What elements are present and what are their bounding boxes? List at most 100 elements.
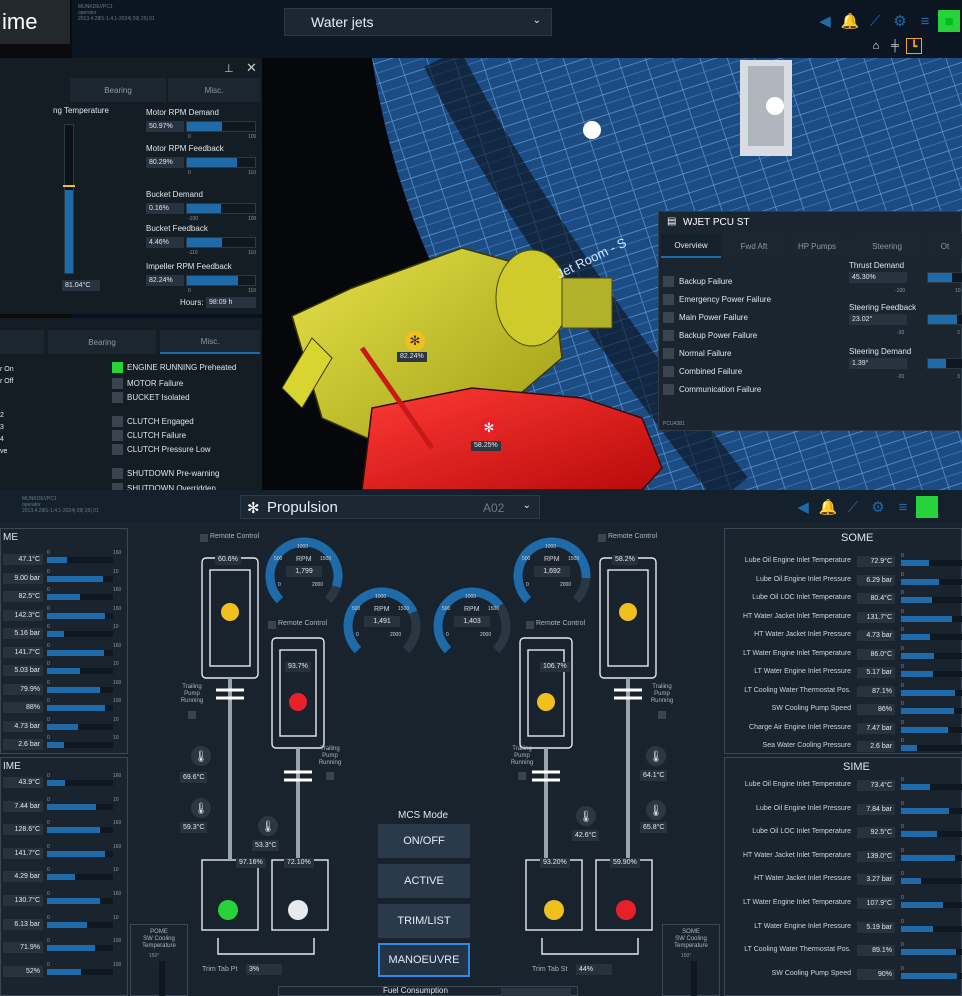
jet-pct: 97.16% (236, 858, 266, 868)
menu-icon[interactable]: ≡ (914, 10, 936, 32)
failure-indicator (663, 384, 674, 395)
trim-st-label: Trim Tab St (532, 966, 568, 973)
pcu-tab-hppumps[interactable]: HP Pumps (787, 234, 847, 258)
close-icon[interactable]: ✕ (246, 60, 257, 76)
row-label: Motor RPM Demand (146, 108, 219, 117)
engine-pct: 106.7% (540, 662, 570, 672)
status-label: CLUTCH Failure (127, 431, 187, 440)
me-title: ME (3, 532, 18, 543)
value-bar (47, 780, 113, 786)
fan-icon[interactable]: ✻ (405, 331, 425, 351)
row-label: LT Cooling Water Thermostat Pos. (744, 686, 851, 694)
pcu-tab-fwdaft[interactable]: Fwd Aft (724, 234, 784, 258)
view-select[interactable]: Water jets ⌄ (284, 8, 552, 36)
pcu-tab-overview[interactable]: Overview (661, 234, 721, 258)
trailing-pump-indicator (188, 711, 196, 719)
fan-icon[interactable]: ✻ (479, 418, 499, 438)
row-value: 4.73 bar (857, 630, 895, 641)
zone-select[interactable]: ✻ Propulsion A02 ⌄ (240, 495, 540, 519)
waterjets-window: ime n- MUNKDEVPC1 operator 2013.4.28f1-1… (0, 0, 962, 490)
tab-bearing-2[interactable]: Bearing (48, 330, 156, 354)
row-value: 3.27 bar (857, 874, 895, 886)
tick: 0 (47, 914, 50, 921)
mcs-trimlist-button[interactable]: TRIM/LIST (378, 904, 470, 938)
row-bar-fill (901, 878, 922, 885)
pcu-footer: PCU4381 (663, 421, 685, 427)
tick: 0 (901, 942, 904, 949)
home-icon[interactable]: ⌂ (868, 38, 884, 54)
remote-control-checkbox[interactable] (200, 534, 208, 542)
tick: 0 (47, 624, 50, 630)
value-bar (47, 921, 113, 928)
mcs-onoff-button[interactable]: ON/OFF (378, 824, 470, 858)
pin-icon[interactable]: ⊥ (224, 62, 234, 75)
tick: 0 (47, 661, 50, 667)
app-title-fragment: ime (0, 0, 70, 44)
alarm-bell-icon[interactable]: 🔔 (817, 496, 839, 518)
value-readout: 79.9% (3, 683, 43, 695)
trend-icon[interactable]: ⟋ (842, 496, 864, 518)
row-label: Lube Oil Engine Inlet Temperature (744, 781, 851, 788)
tab-misc[interactable]: Misc. (168, 78, 260, 102)
status-icon[interactable]: ■ (938, 10, 960, 32)
mute-icon[interactable]: ◀ (814, 10, 836, 32)
row-value: 89.1% (857, 945, 895, 957)
side-item: ve (0, 448, 8, 455)
mcs-manoeuvre-button[interactable]: MANOEUVRE (378, 943, 470, 977)
row-value: 87.1% (857, 685, 895, 697)
thermometer-icon: 🌡 (646, 746, 666, 766)
pcu-title: WJET PCU ST (683, 217, 750, 228)
alarm-bell-icon[interactable]: 🔔 (839, 10, 861, 32)
jet-pct: 59.90% (610, 858, 640, 868)
remote-control-checkbox[interactable] (526, 621, 534, 629)
trailing-pump-indicator (658, 711, 666, 719)
gauge-label: RPM (374, 606, 390, 613)
value-bar (47, 803, 113, 810)
tick: 0 (47, 568, 50, 575)
route-icon[interactable]: ┗ (906, 38, 922, 54)
value-bar-fill (47, 827, 100, 834)
value-bar-fill (47, 898, 101, 904)
temp-readout: 64.1°C (640, 770, 668, 781)
tick: 0 (901, 664, 904, 670)
remote-control-checkbox[interactable] (268, 621, 276, 629)
trend-icon[interactable]: ⟋ (864, 10, 886, 32)
row-label: Lube Oil Engine Inlet Pressure (756, 575, 851, 583)
value-bar (47, 686, 113, 693)
tick: 10 (113, 914, 119, 921)
mcs-active-button[interactable]: ACTIVE (378, 864, 470, 898)
gear-icon[interactable]: ⚙ (867, 496, 889, 518)
tick: 0 (901, 871, 904, 878)
row-bar-fill (901, 578, 940, 585)
value-bar-fill (47, 705, 106, 711)
remote-control-label: Remote Control (210, 533, 260, 540)
row-bar (901, 726, 962, 733)
row-value: 7.84 bar (857, 803, 895, 815)
hours-value: 98:09 h (206, 297, 256, 308)
row-bar-fill (187, 238, 223, 247)
status-icon[interactable] (916, 496, 938, 518)
tab-left[interactable] (0, 330, 44, 354)
row-bar-fill (901, 902, 943, 908)
value-bar (47, 742, 113, 748)
tick: 0 (47, 698, 50, 704)
gauge-label: 2000 (390, 632, 402, 638)
gear-icon[interactable]: ⚙ (889, 10, 911, 32)
remote-control-checkbox[interactable] (598, 534, 606, 542)
tab-bearing[interactable]: Bearing (70, 78, 166, 102)
row-bar-fill (187, 204, 221, 213)
tick: 10 (113, 661, 119, 667)
tick: 160 (113, 891, 122, 897)
status-label: CLUTCH Pressure Low (127, 445, 211, 454)
filter-icon[interactable]: ╪ (887, 38, 903, 54)
mute-icon[interactable]: ◀ (792, 496, 814, 518)
menu-icon[interactable]: ≡ (892, 496, 914, 518)
row-value: 0.16% (146, 203, 184, 214)
remote-control-label: Remote Control (608, 533, 658, 540)
some-panel: SOME Lube Oil Engine Inlet Temperature 72… (724, 528, 962, 754)
pcu-tab-other[interactable]: Ot (927, 234, 962, 258)
pcu-tab-steering[interactable]: Steering (850, 234, 924, 258)
gauge-label: 2000 (312, 582, 324, 588)
tick: 150° (681, 953, 692, 959)
tab-misc-2[interactable]: Misc. (160, 330, 260, 354)
